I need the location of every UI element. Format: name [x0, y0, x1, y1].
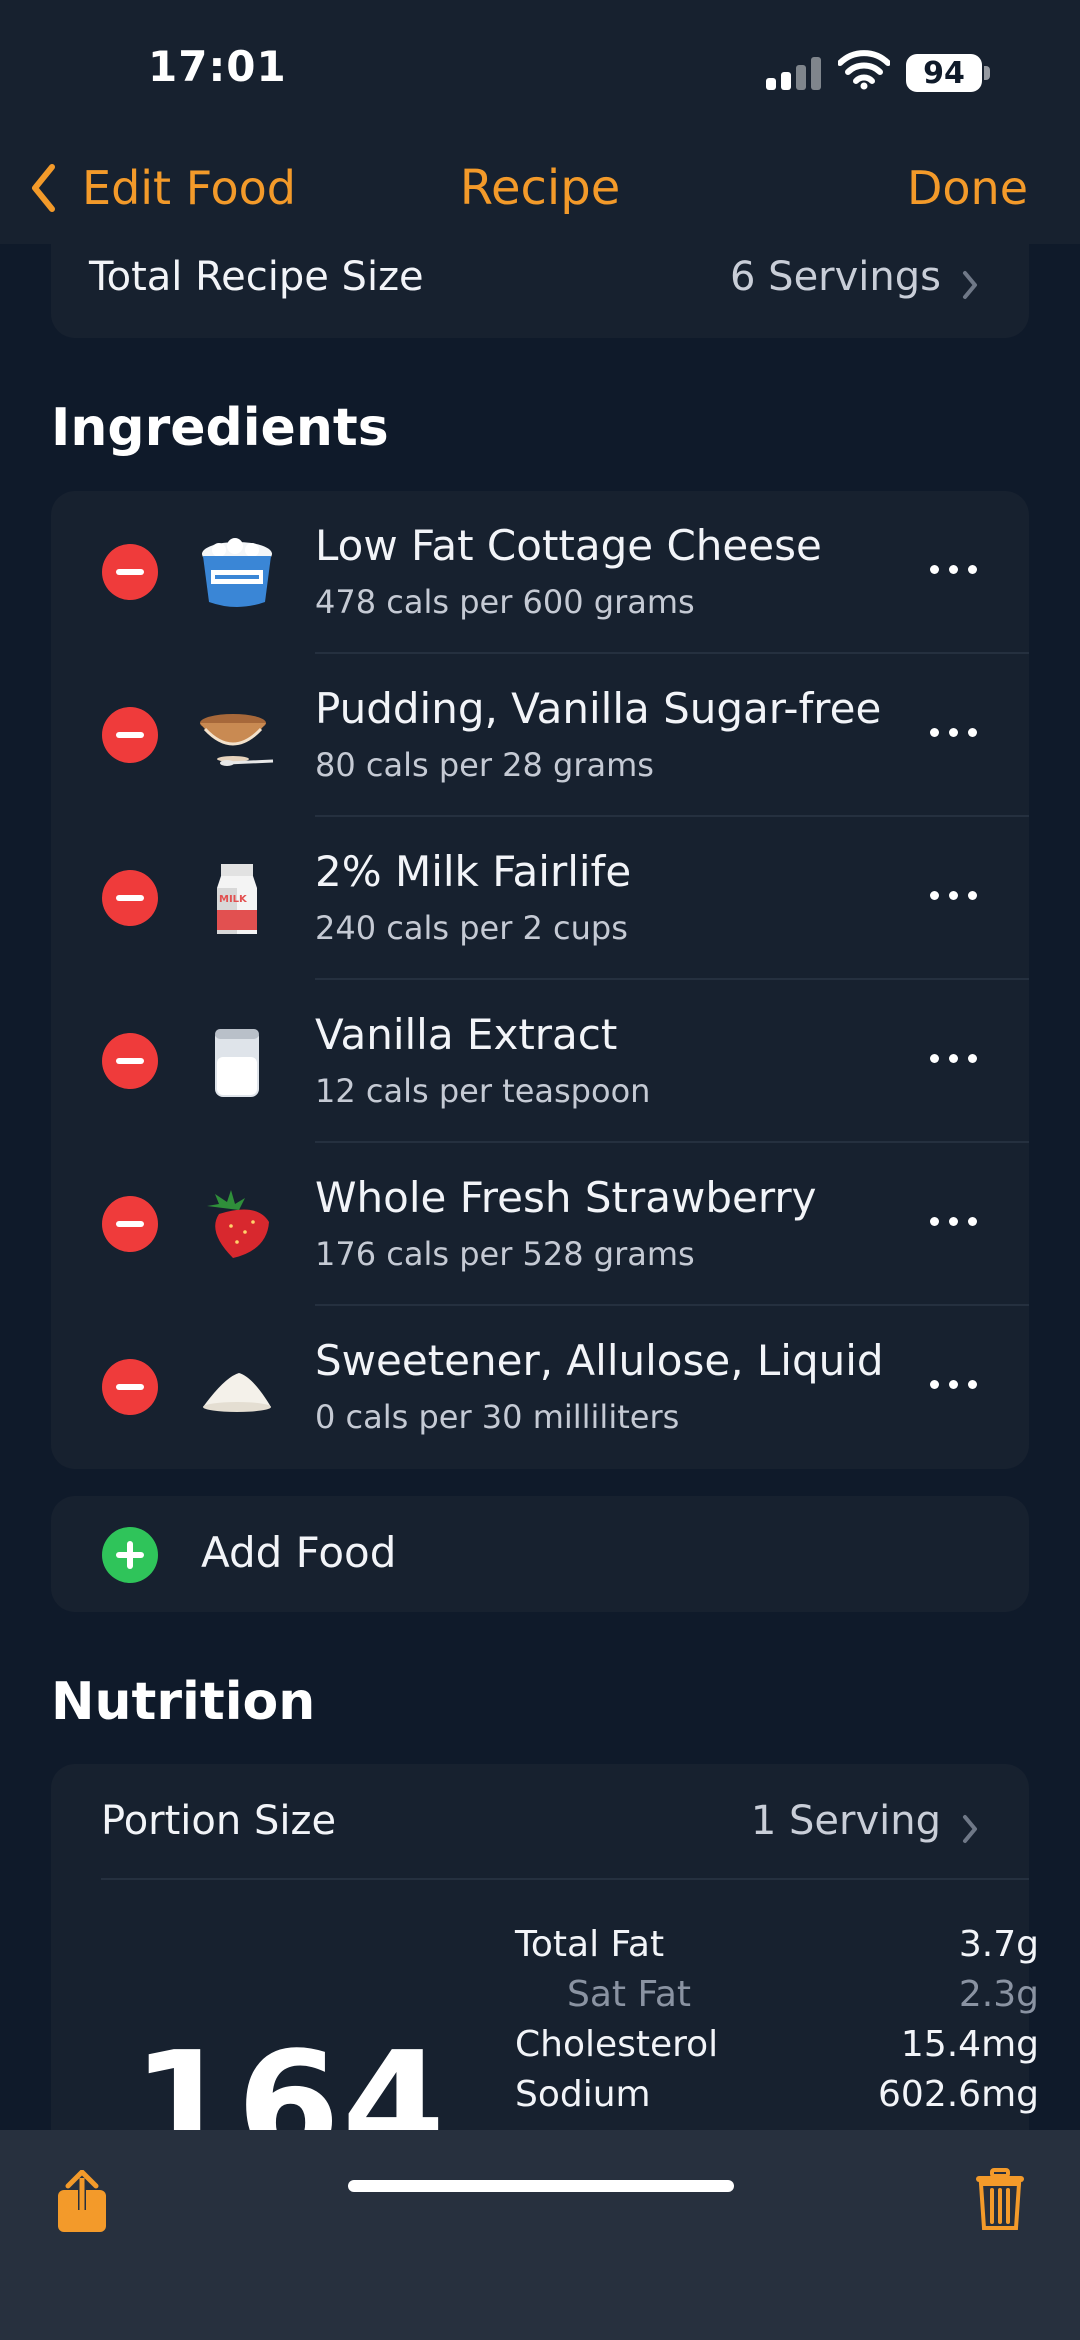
more-options-button[interactable] — [930, 726, 978, 740]
ingredient-detail: 80 cals per 28 grams — [315, 746, 654, 784]
done-button[interactable]: Done — [907, 156, 1028, 220]
nutrient-label: Sodium — [515, 2074, 651, 2115]
glass-jar-icon — [215, 1029, 259, 1097]
remove-ingredient-button[interactable] — [102, 1359, 158, 1415]
recipe-size-label: Total Recipe Size — [89, 254, 424, 300]
portion-size-row[interactable]: Portion Size 1 Serving — [51, 1764, 1029, 1880]
ingredient-name: Low Fat Cottage Cheese — [315, 521, 822, 570]
nutrient-value: 3.7g — [958, 1924, 1039, 1965]
ingredient-name: 2% Milk Fairlife — [315, 847, 632, 896]
ingredient-name: Vanilla Extract — [315, 1010, 618, 1059]
remove-ingredient-button[interactable] — [102, 544, 158, 600]
bottom-toolbar — [0, 2130, 1080, 2340]
ingredient-detail: 12 cals per teaspoon — [315, 1072, 651, 1110]
strawberry-icon — [207, 1190, 269, 1258]
more-options-button[interactable] — [930, 1215, 978, 1229]
ingredient-row[interactable]: Low Fat Cottage Cheese 478 cals per 600 … — [51, 491, 1029, 654]
ingredients-list: Low Fat Cottage Cheese 478 cals per 600 … — [51, 491, 1029, 1469]
ingredient-name: Sweetener, Allulose, Liquid — [315, 1336, 884, 1385]
ingredient-detail: 240 cals per 2 cups — [315, 909, 628, 947]
more-options-button[interactable] — [930, 563, 978, 577]
nutrient-label: Total Fat — [515, 1924, 665, 1965]
ingredient-detail: 0 cals per 30 milliliters — [315, 1398, 680, 1436]
nutrition-heading: Nutrition — [51, 1672, 316, 1732]
nutrient-row: Cholesterol 15.4mg — [465, 2024, 1039, 2072]
pudding-bowl-icon — [200, 714, 274, 766]
ingredient-name: Whole Fresh Strawberry — [315, 1173, 817, 1222]
ingredient-name: Pudding, Vanilla Sugar-free — [315, 684, 882, 733]
milk-label: MILK — [219, 894, 248, 905]
chevron-right-icon — [963, 1815, 977, 1843]
more-options-button[interactable] — [930, 1052, 978, 1066]
ingredient-row[interactable]: Whole Fresh Strawberry 176 cals per 528 … — [51, 1143, 1029, 1306]
remove-ingredient-button[interactable] — [102, 870, 158, 926]
row-separator — [101, 1878, 1029, 1880]
navigation-bar: Edit Food Recipe Done — [0, 140, 1080, 244]
trash-icon[interactable] — [974, 2168, 1026, 2230]
home-indicator[interactable] — [348, 2180, 734, 2192]
nutrient-label: Cholesterol — [515, 2024, 719, 2065]
powder-pile-icon — [203, 1373, 271, 1412]
nutrient-row: Total Fat 3.7g — [465, 1924, 1039, 1972]
cellular-signal-icon — [766, 56, 824, 90]
plus-icon — [102, 1527, 158, 1583]
add-food-label: Add Food — [201, 1528, 397, 1577]
remove-ingredient-button[interactable] — [102, 1196, 158, 1252]
status-time: 17:01 — [148, 42, 287, 91]
milk-carton-icon: MILK — [217, 864, 257, 934]
battery-cap — [984, 66, 990, 80]
total-recipe-size-row[interactable]: Total Recipe Size 6 Servings — [51, 244, 1029, 338]
more-options-button[interactable] — [930, 1378, 978, 1392]
ingredient-row[interactable]: Pudding, Vanilla Sugar-free 80 cals per … — [51, 654, 1029, 817]
battery-icon: 94 — [906, 54, 982, 92]
nutrient-value: 602.6mg — [878, 2074, 1039, 2115]
add-food-button[interactable]: Add Food — [51, 1496, 1029, 1612]
ingredient-row[interactable]: MILK 2% Milk Fairlife 240 cals per 2 cup… — [51, 817, 1029, 980]
nutrient-label: Sat Fat — [567, 1974, 692, 2015]
remove-ingredient-button[interactable] — [102, 707, 158, 763]
wifi-icon — [838, 50, 890, 90]
cottage-cheese-icon — [202, 538, 272, 607]
battery-level: 94 — [923, 55, 965, 91]
nutrient-row: Sodium 602.6mg — [465, 2074, 1039, 2122]
portion-size-label: Portion Size — [101, 1798, 337, 1844]
recipe-screen: 17:01 94 Edit Food Recipe Done Total Rec… — [0, 0, 1080, 2340]
ingredient-detail: 478 cals per 600 grams — [315, 583, 695, 621]
recipe-size-value: 6 Servings — [730, 254, 941, 300]
ingredient-row[interactable]: Sweetener, Allulose, Liquid 0 cals per 3… — [51, 1306, 1029, 1469]
nutrient-value: 2.3g — [958, 1974, 1039, 2015]
nutrient-row: Sat Fat 2.3g — [465, 1974, 1039, 2022]
remove-ingredient-button[interactable] — [102, 1033, 158, 1089]
status-bar: 17:01 94 — [0, 0, 1080, 140]
chevron-right-icon — [963, 271, 977, 299]
ingredient-detail: 176 cals per 528 grams — [315, 1235, 695, 1273]
ingredients-heading: Ingredients — [51, 398, 389, 458]
more-options-button[interactable] — [930, 889, 978, 903]
share-icon[interactable] — [54, 2170, 110, 2234]
nutrient-value: 15.4mg — [900, 2024, 1039, 2065]
ingredient-row[interactable]: Vanilla Extract 12 cals per teaspoon — [51, 980, 1029, 1143]
portion-size-value: 1 Serving — [750, 1798, 941, 1844]
